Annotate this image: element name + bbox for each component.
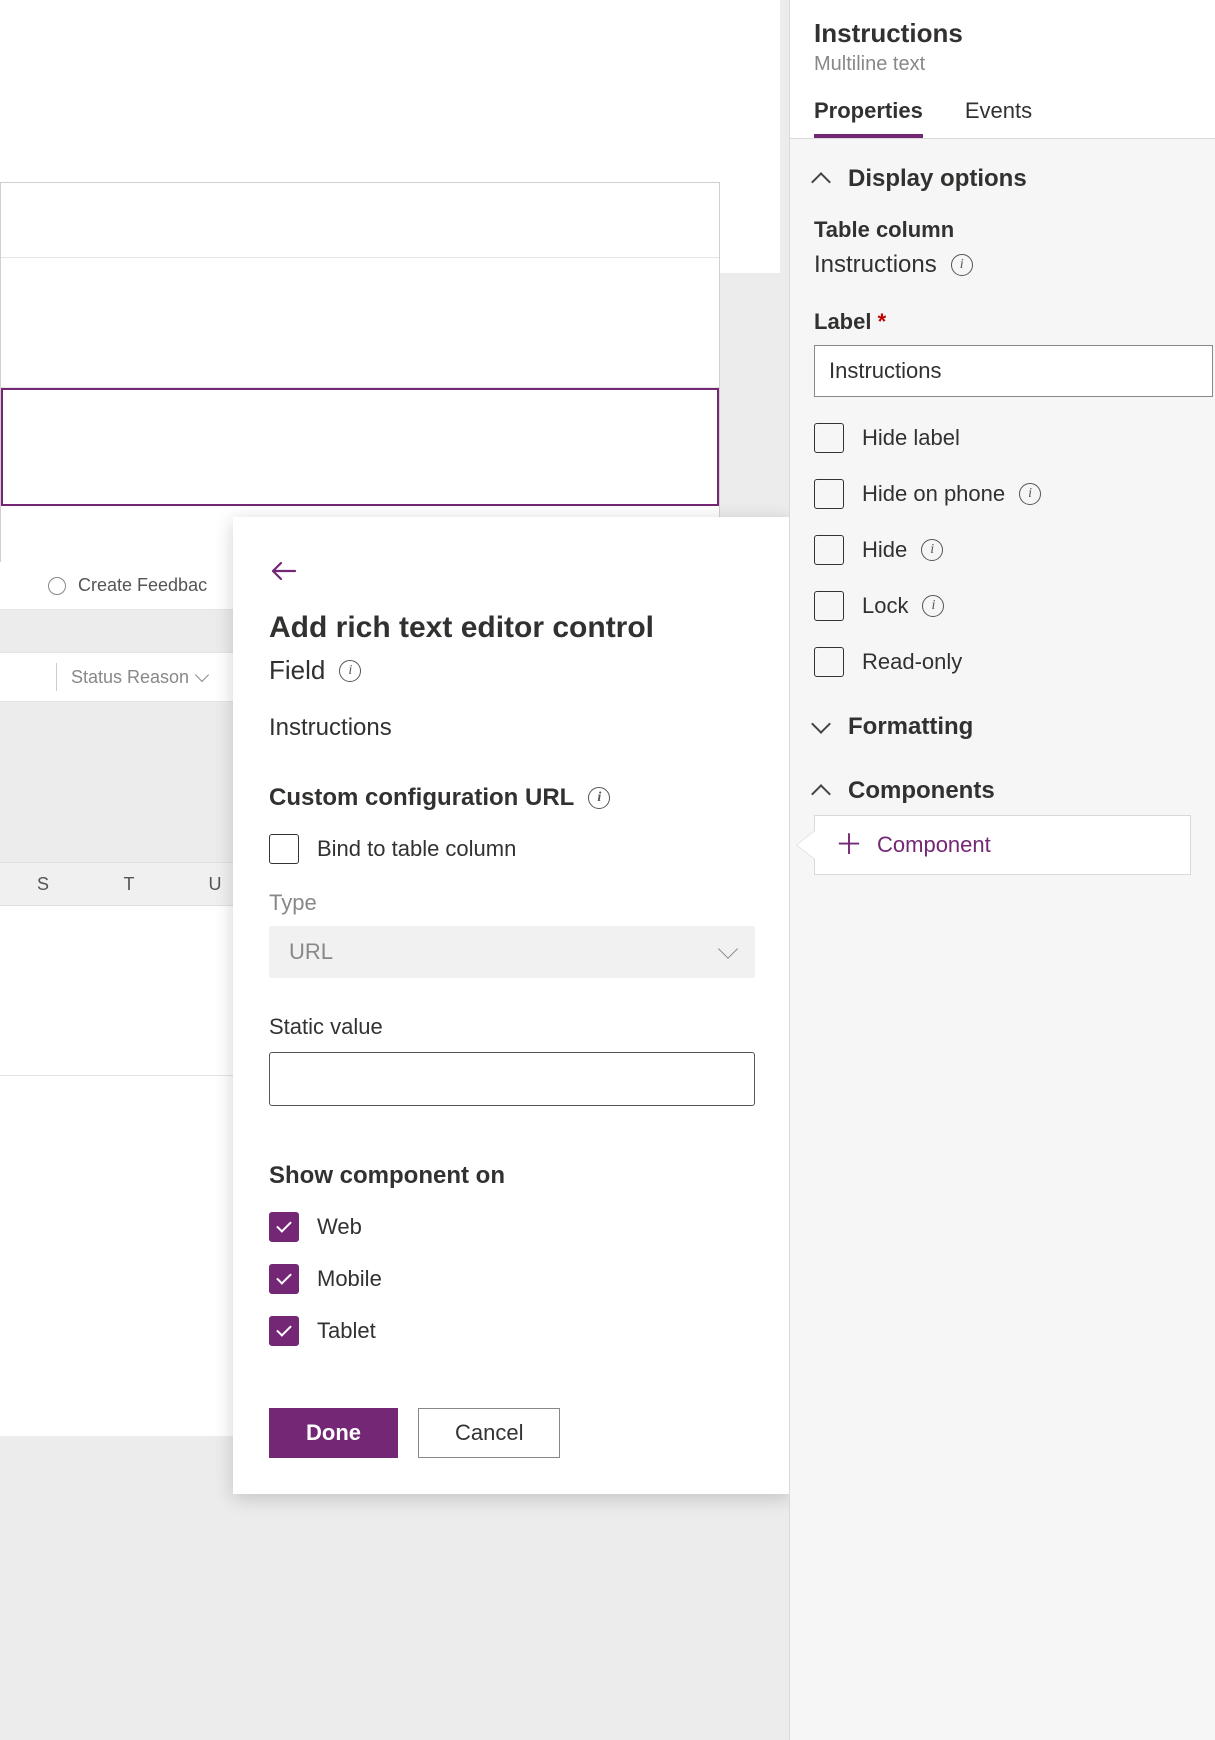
formatting-toggle[interactable]: Formatting — [814, 713, 1191, 741]
chevron-down-icon — [718, 939, 738, 959]
required-indicator: * — [878, 309, 887, 334]
status-reason-column[interactable]: Status Reason — [71, 667, 189, 688]
lock-checkbox[interactable] — [814, 591, 844, 621]
components-toggle[interactable]: Components — [814, 777, 1191, 805]
web-label: Web — [317, 1214, 362, 1240]
cancel-button[interactable]: Cancel — [418, 1408, 560, 1458]
form-row-selected[interactable] — [1, 388, 719, 506]
info-icon[interactable]: i — [339, 660, 361, 682]
bind-to-column-checkbox[interactable] — [269, 834, 299, 864]
add-component-button[interactable]: ＋ Component — [814, 815, 1191, 875]
readonly-text: Read-only — [862, 649, 962, 675]
check-icon — [276, 1321, 292, 1337]
panel-subtitle: Multiline text — [814, 53, 1191, 76]
label-input[interactable]: Instructions — [814, 345, 1213, 397]
label-field-label: Label — [814, 309, 871, 334]
hide-on-phone-text: Hide on phone — [862, 481, 1005, 507]
info-icon[interactable]: i — [922, 595, 944, 617]
type-label: Type — [269, 890, 755, 916]
hide-label-checkbox[interactable] — [814, 423, 844, 453]
web-checkbox[interactable] — [269, 1212, 299, 1242]
type-value: URL — [289, 939, 333, 965]
panel-title: Instructions — [814, 18, 1191, 49]
lock-text: Lock — [862, 593, 908, 619]
formatting-section: Formatting — [790, 687, 1215, 751]
letter-t[interactable]: T — [86, 874, 172, 895]
type-select[interactable]: URL — [269, 926, 755, 978]
check-icon — [276, 1269, 292, 1285]
info-icon[interactable]: i — [921, 539, 943, 561]
properties-panel: Instructions Multiline text Properties E… — [789, 0, 1215, 1740]
form-canvas — [0, 182, 720, 567]
field-label: Field — [269, 655, 325, 686]
divider — [56, 663, 57, 691]
chevron-up-icon — [811, 172, 831, 192]
add-component-modal: Add rich text editor control Field i Ins… — [233, 517, 791, 1494]
field-value: Instructions — [269, 714, 755, 742]
chevron-down-icon — [811, 714, 831, 734]
gear-icon — [48, 577, 66, 595]
form-row[interactable] — [1, 258, 719, 388]
static-value-label: Static value — [269, 1014, 755, 1040]
hide-label-text: Hide label — [862, 425, 960, 451]
display-options-section: Display options Table column Instruction… — [790, 139, 1215, 687]
form-row[interactable] — [1, 183, 719, 258]
action-create-feedback[interactable]: Create Feedbac — [78, 575, 207, 596]
hide-on-phone-checkbox[interactable] — [814, 479, 844, 509]
check-icon — [276, 1217, 292, 1233]
display-options-toggle[interactable]: Display options — [814, 165, 1191, 193]
panel-header: Instructions Multiline text Properties E… — [790, 0, 1215, 139]
table-column-value: Instructions — [814, 251, 937, 279]
show-component-on-label: Show component on — [269, 1162, 505, 1190]
components-section: Components ＋ Component — [790, 751, 1215, 885]
static-value-input[interactable] — [269, 1052, 755, 1106]
mobile-label: Mobile — [317, 1266, 382, 1292]
letter-s[interactable]: S — [0, 874, 86, 895]
back-arrow-icon — [269, 559, 297, 583]
tab-events[interactable]: Events — [965, 98, 1032, 138]
readonly-checkbox[interactable] — [814, 647, 844, 677]
info-icon[interactable]: i — [588, 787, 610, 809]
mobile-checkbox[interactable] — [269, 1264, 299, 1294]
tab-properties[interactable]: Properties — [814, 98, 923, 138]
tablet-label: Tablet — [317, 1318, 376, 1344]
modal-title: Add rich text editor control — [269, 611, 755, 645]
done-button[interactable]: Done — [269, 1408, 398, 1458]
info-icon[interactable]: i — [1019, 483, 1041, 505]
hide-text: Hide — [862, 537, 907, 563]
chevron-down-icon — [195, 668, 209, 682]
table-column-label: Table column — [814, 217, 1191, 243]
config-url-label: Custom configuration URL — [269, 784, 574, 812]
tablet-checkbox[interactable] — [269, 1316, 299, 1346]
bind-to-column-label: Bind to table column — [317, 836, 516, 862]
plus-icon: ＋ — [835, 831, 863, 859]
back-button[interactable] — [269, 557, 297, 585]
info-icon[interactable]: i — [951, 254, 973, 276]
chevron-up-icon — [811, 784, 831, 804]
hide-checkbox[interactable] — [814, 535, 844, 565]
